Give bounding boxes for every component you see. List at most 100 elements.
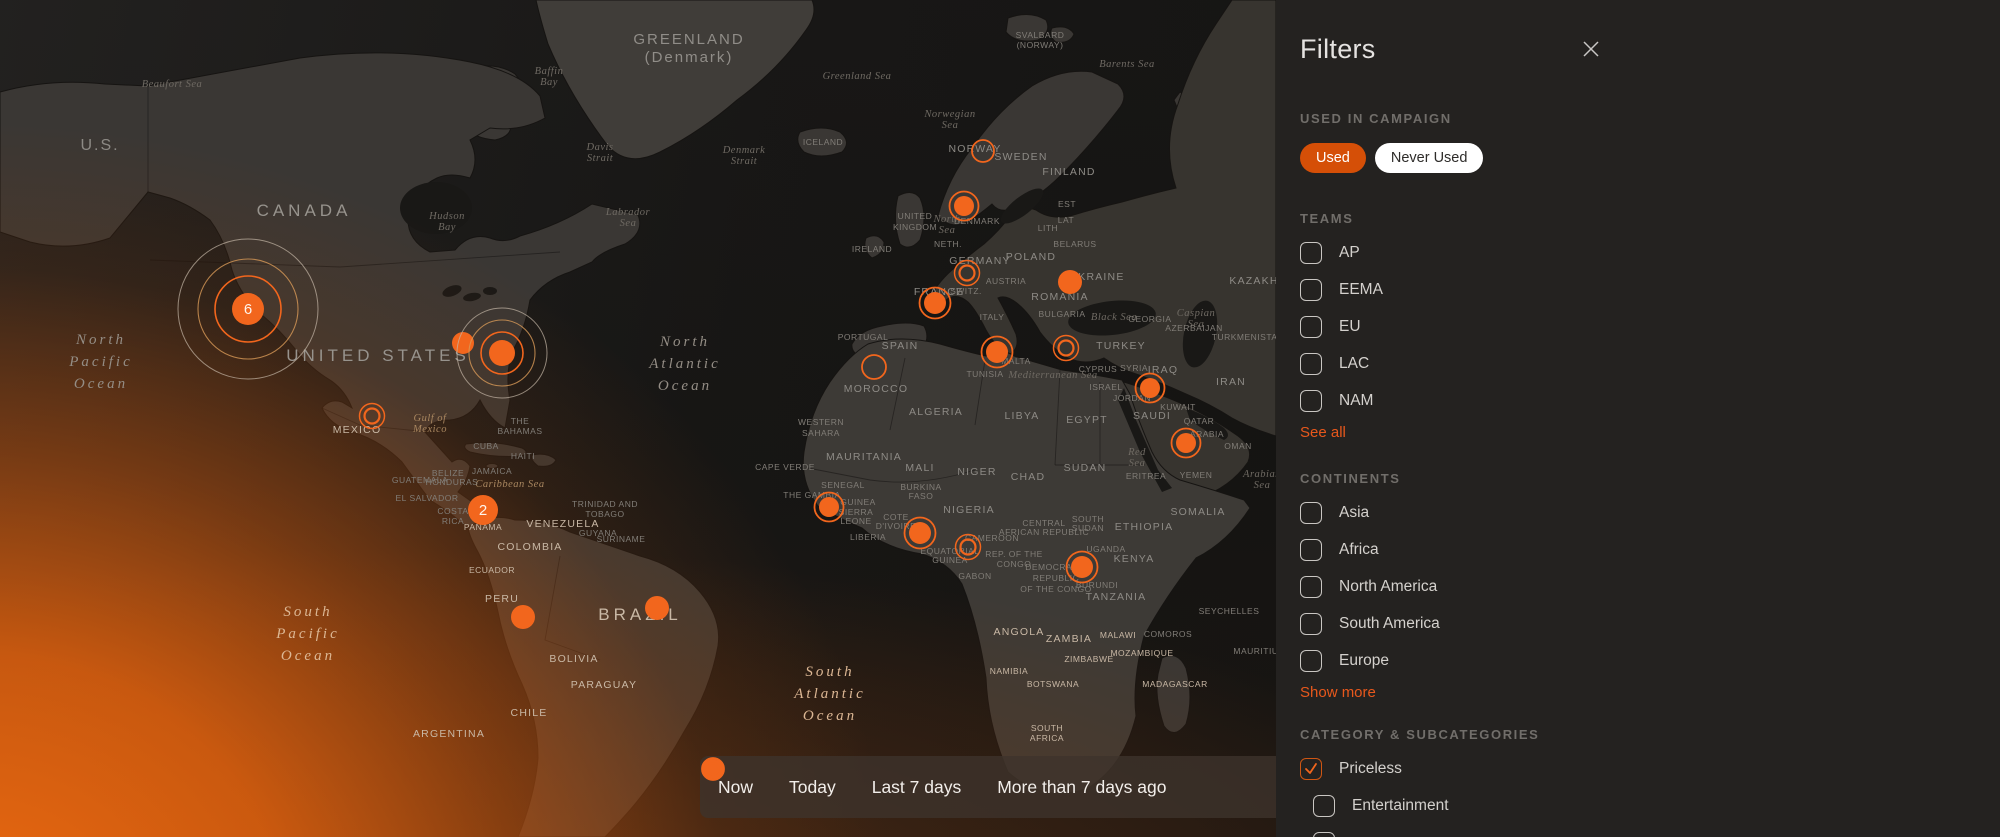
world-map[interactable]: GREENLAND(Denmark)CANADAU.S.UNITED STATE… — [0, 0, 1276, 837]
checkbox-list: Priceless Entertainment — [1300, 750, 1600, 837]
map-label: South — [805, 664, 854, 680]
map-label: GUINEA — [840, 497, 876, 507]
close-icon[interactable] — [1582, 40, 1600, 58]
map-label: GREENLAND — [633, 31, 744, 48]
map-label: BRAZIL — [598, 605, 682, 624]
map-label: Ocean — [658, 378, 712, 394]
map-label: Hudson — [428, 211, 465, 222]
checkbox-row-entertainment[interactable]: Entertainment — [1313, 787, 1600, 824]
map-label: YEMEN — [1180, 470, 1213, 480]
checkbox-list: Asia AfricaNorth AmericaSouth AmericaEuro… — [1300, 494, 1600, 679]
filters-panel: Filters USED IN CAMPAIGNUsedNever UsedTE… — [1276, 0, 2000, 837]
checkbox-row-partial[interactable] — [1313, 824, 1600, 837]
map-label: EST — [1058, 199, 1076, 209]
map-label: SUDAN — [1072, 523, 1104, 533]
map-label: SWEDEN — [994, 151, 1047, 163]
map-label: WESTERN — [798, 417, 844, 427]
map-marker-now[interactable] — [1058, 270, 1082, 294]
map-legend: NowTodayLast 7 daysMore than 7 days ago — [700, 756, 1276, 818]
checkbox[interactable] — [1313, 832, 1335, 837]
checkbox-row-priceless[interactable]: Priceless — [1300, 750, 1600, 787]
checkbox-row-north-america[interactable]: North America — [1300, 568, 1600, 605]
checkbox[interactable] — [1300, 316, 1322, 338]
map-label: CANADA — [257, 201, 352, 220]
checkbox[interactable] — [1300, 242, 1322, 264]
map-label: Bay — [540, 77, 558, 88]
checkbox-label: EEMA — [1339, 281, 1383, 299]
map-label: SEYCHELLES — [1199, 606, 1260, 616]
map-label: ECUADOR — [469, 565, 515, 575]
map-label: AUSTRIA — [986, 276, 1026, 286]
map-label: ERITREA — [1126, 471, 1166, 481]
map-label: NETH. — [934, 239, 962, 249]
map-label: CHILE — [511, 707, 548, 719]
map-marker-now[interactable] — [511, 605, 535, 629]
checkbox-row-asia[interactable]: Asia — [1300, 494, 1600, 531]
map-label: Sea — [1254, 480, 1271, 491]
map-label: BULGARIA — [1039, 309, 1086, 319]
map-label: PORTUGAL — [838, 332, 889, 342]
map-label: Red — [1127, 447, 1146, 458]
map-label: PARAGUAY — [571, 679, 637, 691]
map-label: LIBERIA — [850, 532, 886, 542]
map-label: Caspian — [1177, 308, 1216, 319]
map-label: FASO — [909, 491, 934, 501]
map-label: SOMALIA — [1170, 506, 1225, 518]
map-marker-more[interactable] — [862, 355, 886, 379]
checkbox-row-eema[interactable]: EEMA — [1300, 271, 1600, 308]
map-label: South — [283, 604, 332, 620]
pill-never-used[interactable]: Never Used — [1375, 143, 1484, 173]
map-label: LEONE — [840, 516, 871, 526]
checkbox[interactable] — [1300, 613, 1322, 635]
svg-text:6: 6 — [244, 301, 252, 318]
map-labels-layer: GREENLAND(Denmark)CANADAU.S.UNITED STATE… — [68, 30, 1276, 743]
checkbox[interactable] — [1300, 279, 1322, 301]
legend-label: Last 7 days — [872, 777, 962, 798]
filter-sections: USED IN CAMPAIGNUsedNever UsedTEAMSAPEEM… — [1300, 111, 1600, 837]
map-label: ISRAEL — [1089, 382, 1122, 392]
checkbox-label: NAM — [1339, 392, 1373, 410]
map-label: MAURITIUS — [1233, 646, 1276, 656]
map-label: HONDURAS — [426, 477, 479, 487]
checkbox-row-lac[interactable]: LAC — [1300, 345, 1600, 382]
map-marker-now[interactable] — [645, 596, 669, 620]
checkbox-row-eu[interactable]: EU — [1300, 308, 1600, 345]
map-label: RICA — [442, 516, 464, 526]
checkbox[interactable] — [1300, 650, 1322, 672]
checkbox-label: Asia — [1339, 504, 1369, 522]
checkbox[interactable] — [1313, 795, 1335, 817]
map-label: FINLAND — [1042, 166, 1095, 178]
checkbox[interactable] — [1300, 539, 1322, 561]
link-see-all[interactable]: See all — [1300, 424, 1600, 441]
checkbox-checked[interactable] — [1300, 758, 1322, 780]
map-marker-today[interactable] — [1172, 429, 1201, 458]
map-label: MADAGASCAR — [1142, 679, 1207, 689]
map-marker-today[interactable] — [920, 288, 951, 319]
checkbox-row-africa[interactable]: Africa — [1300, 531, 1600, 568]
checkbox[interactable] — [1300, 353, 1322, 375]
checkbox-row-ap[interactable]: AP — [1300, 234, 1600, 271]
filters-header: Filters — [1300, 34, 1600, 65]
filters-panel-inner: Filters USED IN CAMPAIGNUsedNever UsedTE… — [1300, 34, 1600, 837]
campaign-toggle: Used Never Used — [1300, 143, 1600, 173]
checkbox-row-europe[interactable]: Europe — [1300, 642, 1600, 679]
map-marker-cluster[interactable] — [457, 308, 547, 398]
checkbox-row-nam[interactable]: NAM — [1300, 382, 1600, 419]
map-marker-last7[interactable] — [1054, 336, 1079, 361]
map-label: NIGERIA — [943, 504, 995, 516]
link-show-more[interactable]: Show more — [1300, 684, 1600, 701]
map-label: ICELAND — [803, 137, 843, 147]
check-icon — [1303, 761, 1319, 777]
pill-used[interactable]: Used — [1300, 143, 1366, 173]
map-marker-today[interactable] — [905, 518, 936, 549]
checkbox[interactable] — [1300, 576, 1322, 598]
checkbox[interactable] — [1300, 502, 1322, 524]
map-label: OMAN — [1224, 441, 1252, 451]
map-label: Greenland Sea — [823, 71, 892, 82]
checkbox-label: Entertainment — [1352, 797, 1449, 815]
map-marker-today[interactable] — [1067, 552, 1098, 583]
map-marker-today[interactable] — [982, 337, 1013, 368]
map-marker-cluster[interactable]: 2 — [468, 495, 498, 525]
checkbox[interactable] — [1300, 390, 1322, 412]
checkbox-row-south-america[interactable]: South America — [1300, 605, 1600, 642]
